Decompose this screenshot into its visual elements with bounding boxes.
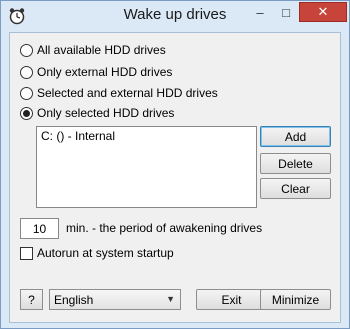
radio-button[interactable] [20, 86, 33, 100]
radio-label: Only selected HDD drives [37, 106, 175, 120]
close-window-button[interactable]: ✕ [299, 2, 347, 22]
autorun-checkbox[interactable] [20, 246, 33, 260]
radio-button[interactable] [20, 43, 33, 57]
clear-button[interactable]: Clear [260, 178, 331, 199]
period-label: min. - the period of awakening drives [66, 221, 263, 235]
language-value: English [54, 292, 94, 307]
autorun-option[interactable]: Autorun at system startup [20, 245, 174, 261]
radio-label: All available HDD drives [37, 43, 166, 57]
minimize-window-button[interactable]: – [247, 2, 273, 22]
radio-all-drives[interactable]: All available HDD drives [20, 42, 166, 58]
drive-listbox[interactable]: C: () - Internal [36, 126, 257, 208]
list-item[interactable]: C: () - Internal [41, 129, 115, 143]
exit-button[interactable]: Exit [196, 289, 267, 310]
radio-label: Only external HDD drives [37, 65, 173, 79]
dialog-client-area: All available HDD drives Only external H… [9, 32, 341, 323]
minimize-button[interactable]: Minimize [260, 289, 331, 310]
period-input[interactable]: 10 [20, 218, 59, 239]
help-button[interactable]: ? [20, 289, 43, 310]
radio-external-drives[interactable]: Only external HDD drives [20, 64, 172, 80]
radio-button-checked[interactable] [20, 106, 33, 120]
radio-label: Selected and external HDD drives [37, 86, 218, 100]
language-select[interactable]: English ▼ [49, 289, 181, 310]
delete-button[interactable]: Delete [260, 153, 331, 174]
autorun-label: Autorun at system startup [37, 246, 174, 260]
maximize-window-button[interactable]: □ [273, 2, 299, 22]
add-button[interactable]: Add [260, 126, 331, 147]
chevron-down-icon: ▼ [166, 294, 175, 304]
radio-button[interactable] [20, 65, 33, 79]
radio-only-selected[interactable]: Only selected HDD drives [20, 105, 174, 121]
main-window: Wake up drives – □ ✕ All available HDD d… [0, 0, 350, 329]
radio-selected-and-external[interactable]: Selected and external HDD drives [20, 85, 218, 101]
title-bar[interactable]: Wake up drives – □ ✕ [1, 1, 349, 31]
